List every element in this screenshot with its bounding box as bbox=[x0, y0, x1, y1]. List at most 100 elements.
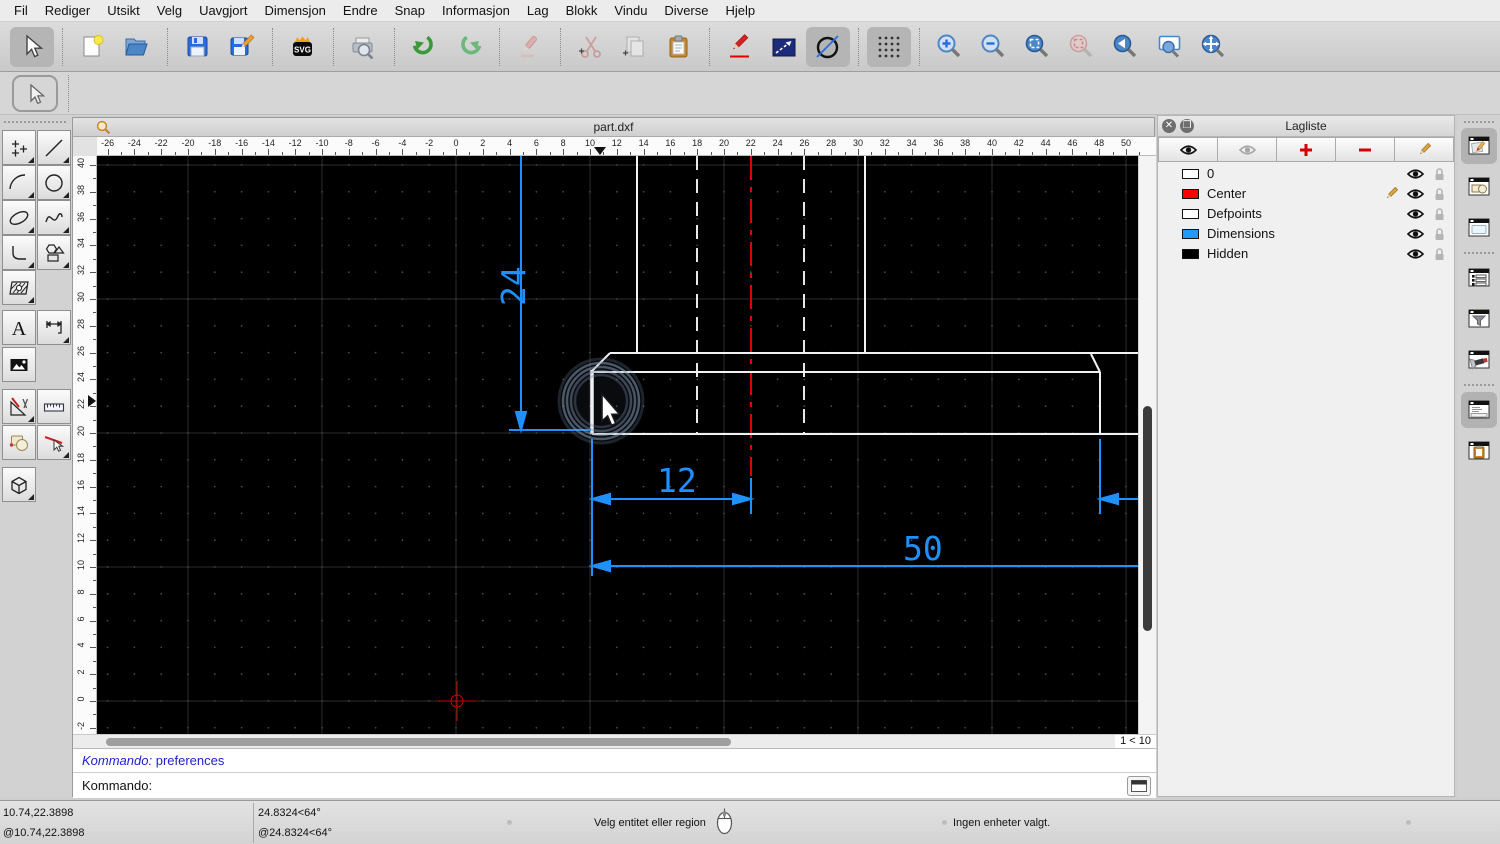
copy-button[interactable] bbox=[613, 27, 657, 67]
part-outline[interactable] bbox=[591, 156, 1143, 435]
flashlight-dock-button[interactable] bbox=[1461, 342, 1497, 378]
layer-name[interactable]: Defpoints bbox=[1207, 206, 1262, 221]
horizontal-scrollbar[interactable]: 1 < 10 bbox=[73, 734, 1156, 749]
layer-visibility-toggle[interactable] bbox=[1407, 168, 1424, 180]
menu-item-informasjon[interactable]: Informasjon bbox=[442, 3, 510, 18]
layer-lock-toggle[interactable] bbox=[1434, 167, 1445, 181]
layer-row-0[interactable]: 0 bbox=[1158, 164, 1454, 184]
layer-name[interactable]: 0 bbox=[1207, 166, 1214, 181]
show-all-layers-button[interactable] bbox=[1158, 137, 1218, 162]
zoom-selected-button[interactable] bbox=[1060, 27, 1104, 67]
layer-row-center[interactable]: Center bbox=[1158, 184, 1454, 204]
menu-item-utsikt[interactable]: Utsikt bbox=[107, 3, 140, 18]
layer-lock-toggle[interactable] bbox=[1434, 247, 1445, 261]
pen-palette-dock-button[interactable] bbox=[1460, 128, 1497, 164]
paste-button[interactable] bbox=[657, 27, 701, 67]
layer-color-swatch[interactable] bbox=[1182, 249, 1199, 259]
export-svg-button[interactable]: SVG bbox=[281, 27, 325, 67]
draw-pen-button[interactable] bbox=[718, 27, 762, 67]
cut-button[interactable] bbox=[569, 27, 613, 67]
zoom-auto-button[interactable] bbox=[1016, 27, 1060, 67]
save-button[interactable] bbox=[176, 27, 220, 67]
layer-lock-toggle[interactable] bbox=[1434, 227, 1445, 241]
layer-visibility-toggle[interactable] bbox=[1407, 188, 1424, 200]
palette-drag-handle[interactable] bbox=[4, 121, 66, 125]
zoom-previous-button[interactable] bbox=[1104, 27, 1148, 67]
order-tool-button[interactable] bbox=[2, 425, 36, 460]
layer-color-swatch[interactable] bbox=[1182, 209, 1199, 219]
menu-item-endre[interactable]: Endre bbox=[343, 3, 378, 18]
library-browser-dock-button[interactable] bbox=[1461, 210, 1497, 246]
delete-select-button[interactable] bbox=[37, 425, 71, 460]
measure-tool-button[interactable] bbox=[37, 389, 71, 424]
menu-item-lag[interactable]: Lag bbox=[527, 3, 549, 18]
redo-button[interactable] bbox=[447, 27, 491, 67]
command-input[interactable] bbox=[155, 778, 1056, 793]
zoom-pan-button[interactable] bbox=[1192, 27, 1236, 67]
layer-name[interactable]: Hidden bbox=[1207, 246, 1248, 261]
menu-item-vindu[interactable]: Vindu bbox=[614, 3, 647, 18]
layer-visibility-toggle[interactable] bbox=[1407, 208, 1424, 220]
ellipse-tool-button[interactable] bbox=[2, 200, 36, 235]
menu-item-snap[interactable]: Snap bbox=[395, 3, 425, 18]
print-preview-button[interactable] bbox=[342, 27, 386, 67]
new-file-button[interactable] bbox=[71, 27, 115, 67]
add-layer-button[interactable] bbox=[1277, 137, 1336, 162]
draft-tools-button[interactable] bbox=[2, 389, 36, 424]
erase-button[interactable] bbox=[508, 27, 552, 67]
remove-layer-button[interactable] bbox=[1336, 137, 1395, 162]
grid-toggle-button[interactable] bbox=[867, 26, 911, 67]
shapes-tool-button[interactable] bbox=[37, 235, 71, 270]
arc-tool-button[interactable] bbox=[2, 165, 36, 200]
line-tool-button[interactable] bbox=[762, 27, 806, 67]
layer-lock-toggle[interactable] bbox=[1434, 187, 1445, 201]
dock-detach-button[interactable]: ❐ bbox=[1180, 119, 1194, 133]
select-arrow-button[interactable] bbox=[10, 26, 54, 67]
hatch-tool-button[interactable] bbox=[2, 270, 36, 305]
menu-item-diverse[interactable]: Diverse bbox=[664, 3, 708, 18]
layer-visibility-toggle[interactable] bbox=[1407, 228, 1424, 240]
command-widget-dock-button[interactable] bbox=[1460, 392, 1497, 428]
vertical-scrollbar[interactable] bbox=[1138, 156, 1156, 734]
vertical-scrollbar-thumb[interactable] bbox=[1143, 406, 1152, 631]
layer-row-dimensions[interactable]: Dimensions bbox=[1158, 224, 1454, 244]
block-list-dock-button[interactable] bbox=[1461, 169, 1497, 205]
horizontal-scrollbar-thumb[interactable] bbox=[106, 738, 731, 746]
layer-color-swatch[interactable] bbox=[1182, 229, 1199, 239]
layer-list-dock-button[interactable] bbox=[1461, 260, 1497, 296]
circle-tool-button[interactable] bbox=[37, 165, 71, 200]
clipboard-widget-dock-button[interactable] bbox=[1461, 433, 1497, 469]
menu-item-hjelp[interactable]: Hjelp bbox=[726, 3, 756, 18]
menu-item-blokk[interactable]: Blokk bbox=[566, 3, 598, 18]
dimension-tool-button[interactable] bbox=[37, 310, 71, 345]
menu-item-fil[interactable]: Fil bbox=[14, 3, 28, 18]
undo-button[interactable] bbox=[403, 27, 447, 67]
drawing-canvas[interactable]: 24 12 50 bbox=[97, 156, 1156, 734]
cube-3d-button[interactable] bbox=[2, 467, 36, 502]
image-tool-button[interactable] bbox=[2, 347, 36, 382]
layer-visibility-toggle[interactable] bbox=[1407, 248, 1424, 260]
menu-item-rediger[interactable]: Rediger bbox=[45, 3, 91, 18]
layer-row-hidden[interactable]: Hidden bbox=[1158, 244, 1454, 264]
save-as-button[interactable] bbox=[220, 27, 264, 67]
layer-row-defpoints[interactable]: Defpoints bbox=[1158, 204, 1454, 224]
layer-name[interactable]: Center bbox=[1207, 186, 1246, 201]
current-tool-select-button[interactable] bbox=[12, 75, 58, 112]
edit-layer-button[interactable] bbox=[1395, 137, 1454, 162]
points-tool-button[interactable] bbox=[2, 130, 36, 165]
drawing-window-titlebar[interactable]: part.dxf bbox=[73, 118, 1154, 137]
spline-tool-button[interactable] bbox=[37, 200, 71, 235]
menu-item-velg[interactable]: Velg bbox=[157, 3, 182, 18]
dock-close-button[interactable]: ✕ bbox=[1162, 119, 1176, 133]
line-tool-button[interactable] bbox=[37, 130, 71, 165]
polyline-tool-button[interactable] bbox=[2, 235, 36, 270]
command-keyboard-button[interactable] bbox=[1127, 776, 1151, 796]
zoom-window-button[interactable] bbox=[1148, 27, 1192, 67]
menu-item-uavgjort[interactable]: Uavgjort bbox=[199, 3, 247, 18]
layer-color-swatch[interactable] bbox=[1182, 169, 1199, 179]
text-tool-button[interactable]: A bbox=[2, 310, 36, 345]
layer-filter-dock-button[interactable] bbox=[1461, 301, 1497, 337]
open-file-button[interactable] bbox=[115, 27, 159, 67]
zoom-in-button[interactable] bbox=[928, 27, 972, 67]
layer-lock-toggle[interactable] bbox=[1434, 207, 1445, 221]
